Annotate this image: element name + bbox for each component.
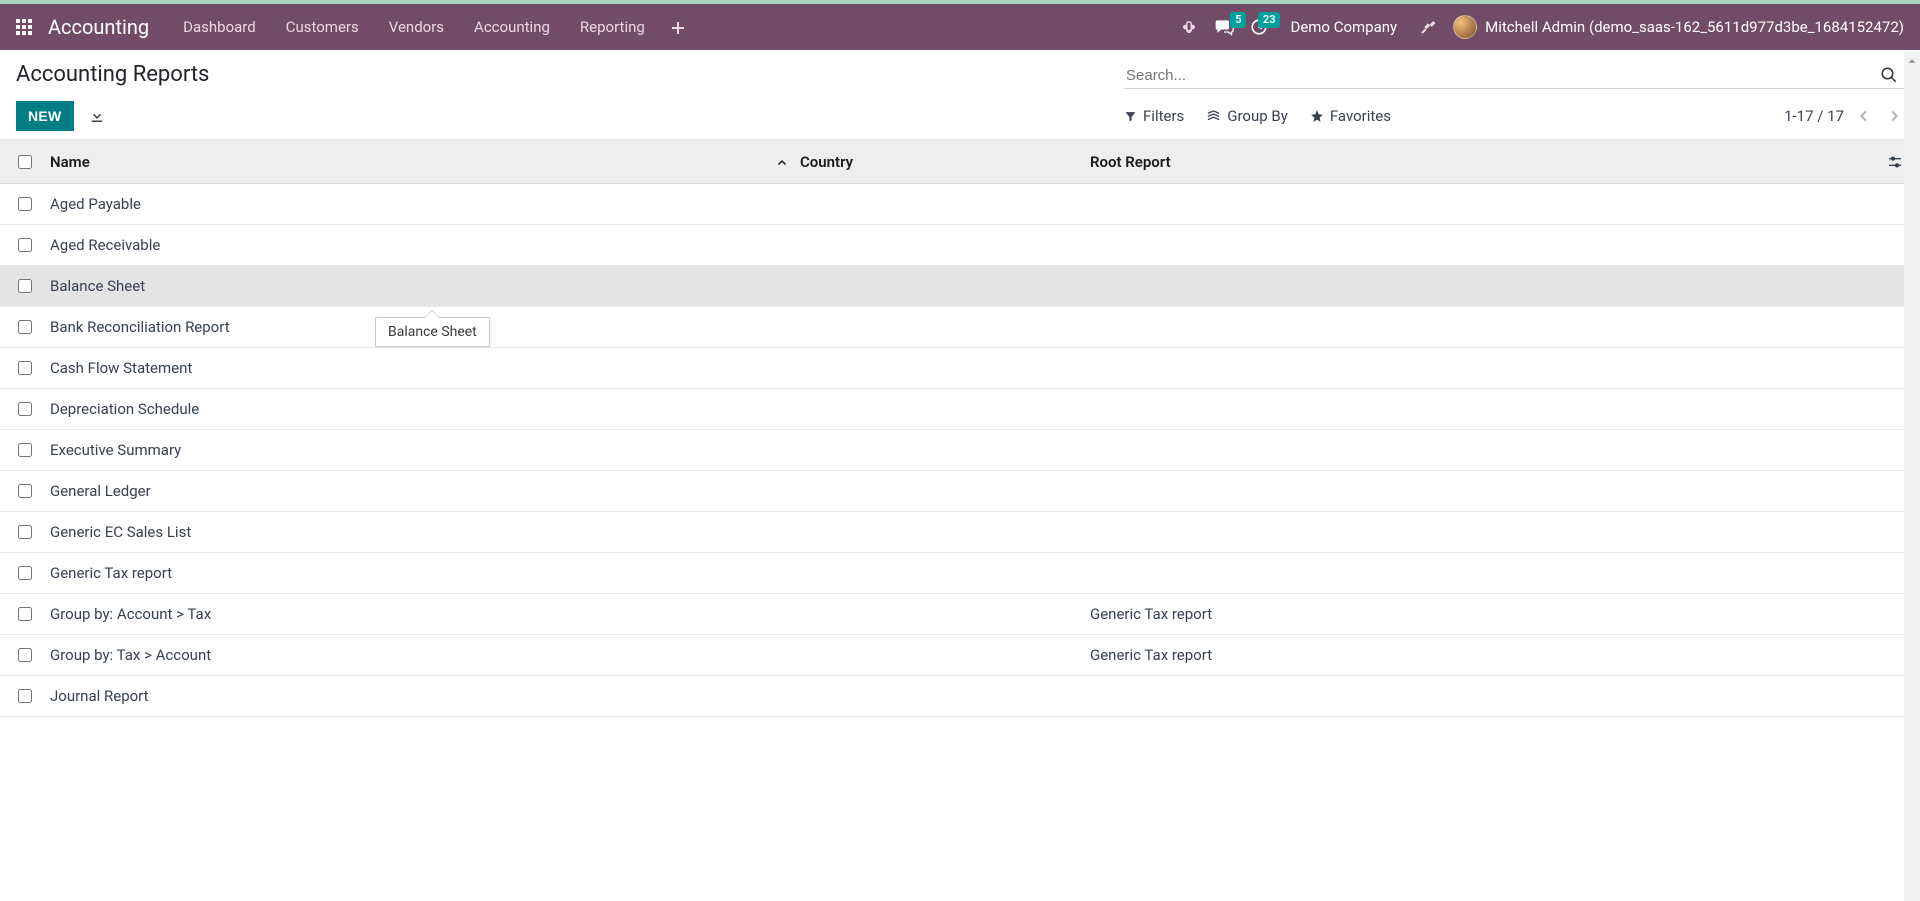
search-input[interactable] (1126, 67, 1876, 84)
cell-root: Generic Tax report (1090, 646, 1212, 664)
menu-customers[interactable]: Customers (272, 8, 373, 46)
row-checkbox[interactable] (18, 279, 32, 293)
table-row[interactable]: Cash Flow Statement (0, 348, 1920, 389)
column-header-root[interactable]: Root Report (1090, 153, 1870, 171)
cell-name: Journal Report (50, 687, 149, 705)
table-row[interactable]: Group by: Tax > Account Generic Tax repor… (0, 635, 1920, 676)
cell-name: Cash Flow Statement (50, 359, 192, 377)
favorites-button[interactable]: Favorites (1310, 107, 1391, 125)
list-view: Name Country Root Report Aged Payable Age… (0, 140, 1920, 717)
breadcrumb: Accounting Reports (16, 62, 209, 87)
avatar (1453, 15, 1477, 39)
row-checkbox[interactable] (18, 238, 32, 252)
table-row[interactable]: Bank Reconciliation Report (0, 307, 1920, 348)
company-switcher[interactable]: Demo Company (1284, 18, 1403, 36)
activities-icon[interactable]: 23 (1250, 18, 1268, 36)
new-button[interactable]: NEW (16, 101, 74, 131)
table-row[interactable]: Depreciation Schedule (0, 389, 1920, 430)
groupby-button[interactable]: Group By (1206, 107, 1288, 125)
messaging-icon[interactable]: 5 (1214, 18, 1234, 36)
row-checkbox[interactable] (18, 361, 32, 375)
column-header-name[interactable]: Name (50, 153, 800, 171)
table-row[interactable]: Journal Report (0, 676, 1920, 717)
row-checkbox[interactable] (18, 197, 32, 211)
table-row[interactable]: General Ledger (0, 471, 1920, 512)
menu-vendors[interactable]: Vendors (375, 8, 458, 46)
table-row[interactable]: Balance Sheet (0, 266, 1920, 307)
filters-label: Filters (1143, 107, 1184, 125)
table-row[interactable]: Group by: Account > Tax Generic Tax repor… (0, 594, 1920, 635)
pager-prev-icon[interactable] (1854, 106, 1874, 126)
activities-badge: 23 (1258, 12, 1281, 28)
download-icon[interactable] (88, 107, 106, 125)
row-checkbox[interactable] (18, 525, 32, 539)
favorites-label: Favorites (1330, 107, 1391, 125)
cell-name: Depreciation Schedule (50, 400, 199, 418)
debug-icon[interactable] (1180, 18, 1198, 36)
app-brand[interactable]: Accounting (48, 15, 149, 39)
tooltip: Balance Sheet (375, 317, 490, 347)
row-checkbox[interactable] (18, 607, 32, 621)
row-checkbox[interactable] (18, 566, 32, 580)
table-row[interactable]: Aged Receivable (0, 225, 1920, 266)
table-header: Name Country Root Report (0, 140, 1920, 184)
cell-name: Group by: Account > Tax (50, 605, 211, 623)
cell-name: Group by: Tax > Account (50, 646, 211, 664)
menu-dashboard[interactable]: Dashboard (169, 8, 270, 46)
row-checkbox[interactable] (18, 648, 32, 662)
row-checkbox[interactable] (18, 443, 32, 457)
cell-name: Bank Reconciliation Report (50, 318, 230, 336)
new-menu-icon[interactable] (661, 8, 695, 46)
cell-name: Aged Payable (50, 195, 141, 213)
cell-root: Generic Tax report (1090, 605, 1212, 623)
cell-name: Executive Summary (50, 441, 181, 459)
row-checkbox[interactable] (18, 320, 32, 334)
control-panel: Accounting Reports NEW Filters Gro (0, 50, 1920, 140)
search-icon[interactable] (1876, 66, 1902, 84)
pager-next-icon[interactable] (1884, 106, 1904, 126)
groupby-label: Group By (1227, 107, 1288, 125)
table-row[interactable]: Generic Tax report (0, 553, 1920, 594)
table-row[interactable]: Executive Summary (0, 430, 1920, 471)
row-checkbox[interactable] (18, 689, 32, 703)
filters-button[interactable]: Filters (1124, 107, 1184, 125)
row-checkbox[interactable] (18, 484, 32, 498)
navbar-menu: Dashboard Customers Vendors Accounting R… (169, 8, 695, 46)
scroll-up-icon[interactable] (1904, 52, 1920, 70)
apps-menu-icon[interactable] (8, 11, 40, 43)
pager-text[interactable]: 1-17 / 17 (1784, 107, 1844, 125)
main-navbar: Accounting Dashboard Customers Vendors A… (0, 4, 1920, 50)
table-row[interactable]: Aged Payable (0, 184, 1920, 225)
column-header-country[interactable]: Country (800, 153, 1090, 171)
cell-name: Aged Receivable (50, 236, 160, 254)
user-name: Mitchell Admin (demo_saas-162_5611d977d3… (1485, 18, 1904, 36)
menu-accounting[interactable]: Accounting (460, 8, 564, 46)
settings-icon[interactable] (1419, 18, 1437, 36)
row-checkbox[interactable] (18, 402, 32, 416)
select-all-checkbox[interactable] (18, 155, 32, 169)
cell-name: Generic EC Sales List (50, 523, 191, 541)
sort-ascending-icon (776, 153, 788, 171)
cell-name: Balance Sheet (50, 277, 145, 295)
menu-reporting[interactable]: Reporting (566, 8, 659, 46)
search-box[interactable] (1124, 62, 1904, 89)
messaging-badge: 5 (1230, 12, 1246, 28)
user-menu[interactable]: Mitchell Admin (demo_saas-162_5611d977d3… (1453, 15, 1904, 39)
cell-name: Generic Tax report (50, 564, 172, 582)
cell-name: General Ledger (50, 482, 151, 500)
scrollbar-track[interactable] (1904, 52, 1920, 901)
table-row[interactable]: Generic EC Sales List (0, 512, 1920, 553)
